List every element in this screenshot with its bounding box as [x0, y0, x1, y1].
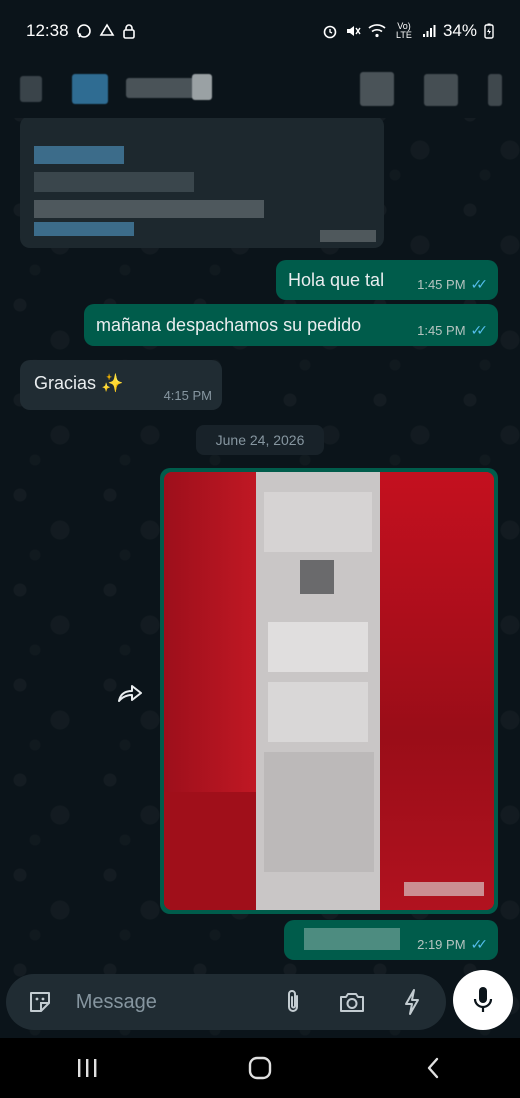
voice-call-button[interactable] [424, 74, 458, 106]
message-text: Hola que tal [288, 270, 385, 290]
message-composer [6, 974, 446, 1030]
alarm-icon [322, 23, 338, 39]
contact-name[interactable] [126, 78, 196, 98]
overflow-menu-button[interactable] [488, 74, 502, 106]
incoming-message[interactable]: Gracias ✨ 4:15 PM [20, 360, 222, 410]
recents-icon [77, 1059, 97, 1077]
pixelated-message-text [304, 928, 400, 950]
message-meta: 1:45 PM ✓✓ [417, 276, 488, 293]
contact-name-fragment [192, 74, 212, 100]
back-button[interactable] [20, 76, 42, 102]
volte-lte-icon: Vo) LTE [396, 21, 412, 40]
image-message[interactable] [160, 468, 498, 914]
message-meta: 2:19 PM ✓✓ [417, 936, 488, 953]
message-time: 1:45 PM [417, 323, 466, 338]
forward-icon[interactable] [112, 676, 148, 712]
read-ticks-icon: ✓✓ [470, 322, 489, 338]
chat-header [0, 62, 520, 118]
video-call-button[interactable] [360, 72, 394, 106]
recent-apps-button[interactable] [47, 1043, 127, 1093]
payment-icon[interactable] [392, 982, 432, 1022]
voice-message-button[interactable] [453, 970, 513, 1030]
lock-icon [122, 23, 136, 39]
message-time: 4:15 PM [163, 388, 212, 403]
home-button[interactable] [220, 1043, 300, 1093]
message-text: mañana despachamos su pedido [96, 315, 362, 335]
home-icon [248, 1056, 272, 1080]
pixelated-previous-message [20, 116, 384, 248]
sticker-icon[interactable] [20, 982, 60, 1022]
camera-icon[interactable] [333, 982, 373, 1022]
wifi-icon [368, 23, 386, 39]
whatsapp-notification-icon [76, 23, 92, 39]
battery-percent: 34% [442, 21, 477, 40]
status-bar: 12:38 Vo) LTE 34% [0, 0, 520, 62]
back-icon [428, 1057, 439, 1079]
mute-icon [345, 23, 361, 39]
clock: 12:38 [26, 21, 69, 40]
message-time: 2:19 PM [417, 937, 466, 952]
outgoing-message[interactable]: mañana despachamos su pedido 1:45 PM ✓✓ [84, 304, 498, 346]
drive-notification-icon [99, 23, 115, 39]
message-meta: 1:45 PM ✓✓ [417, 322, 488, 339]
battery-charging-icon [484, 23, 494, 39]
message-image[interactable] [164, 472, 494, 910]
contact-avatar[interactable] [72, 74, 108, 104]
read-ticks-icon: ✓✓ [470, 936, 489, 952]
system-navigation-bar [0, 1038, 520, 1098]
message-text: Gracias ✨ [34, 373, 124, 393]
microphone-icon [473, 987, 493, 1012]
read-ticks-icon: ✓✓ [470, 276, 489, 292]
signal-icon [422, 24, 436, 38]
date-separator: June 24, 2026 [196, 425, 324, 455]
message-meta: 4:15 PM [164, 388, 212, 403]
back-nav-button[interactable] [393, 1043, 473, 1093]
message-time: 1:45 PM [417, 277, 466, 292]
message-input[interactable] [73, 989, 273, 1015]
outgoing-message[interactable]: Hola que tal 1:45 PM ✓✓ [276, 260, 498, 300]
attach-icon[interactable] [273, 982, 313, 1022]
outgoing-message[interactable]: 2:19 PM ✓✓ [284, 920, 498, 960]
